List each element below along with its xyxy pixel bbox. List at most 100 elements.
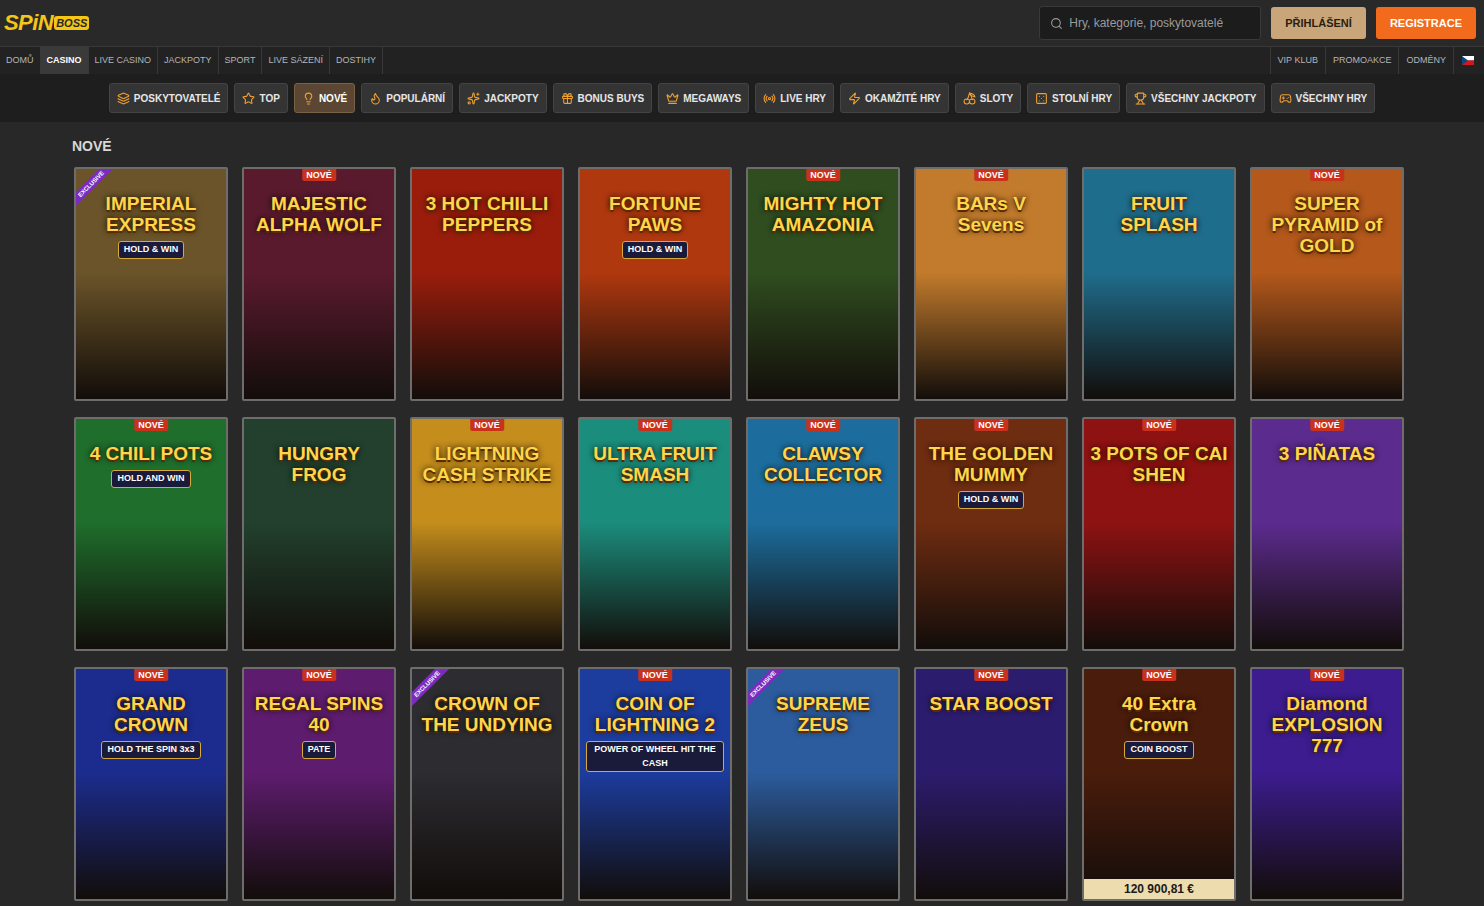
logo[interactable]: SPiNBOSS [4, 12, 89, 34]
game-card[interactable]: ULTRA FRUIT SMASHNOVÉ [578, 417, 732, 651]
category-chip[interactable]: BONUS BUYS [553, 83, 653, 113]
game-card[interactable]: 3 POTS OF CAI SHEN NOVÉ [1082, 417, 1236, 651]
game-card[interactable]: FORTUNE PAWS HOLD & WIN [578, 167, 732, 401]
category-chip[interactable]: SLOTY [955, 83, 1021, 113]
games-grid: IMPERIAL EXPRESSHOLD & WINEXCLUSIVEMAJES… [74, 167, 1484, 901]
new-badge: NOVÉ [134, 669, 168, 681]
game-title: MIGHTY HOT AMAZONIA [754, 193, 892, 235]
game-card[interactable]: STAR BOOSTNOVÉ [914, 667, 1068, 901]
category-chip[interactable]: OKAMŽITÉ HRY [840, 83, 949, 113]
secondary-nav-item[interactable]: ODMĚNY [1398, 47, 1453, 74]
game-title: SUPREME ZEUS [754, 693, 892, 735]
game-card[interactable]: 40 Extra CrownCOIN BOOST120 900,81 €NOVÉ [1082, 667, 1236, 901]
game-title: 40 Extra Crown [1090, 693, 1228, 735]
category-icon [467, 92, 480, 105]
section-title: NOVÉ [72, 136, 1484, 157]
category-chip[interactable]: VŠECHNY JACKPOTY [1126, 83, 1264, 113]
game-card[interactable]: Diamond EXPLOSION 777NOVÉ [1250, 667, 1404, 901]
game-card[interactable]: BARs V SevensNOVÉ [914, 167, 1068, 401]
new-badge: NOVÉ [1310, 169, 1344, 181]
game-card[interactable]: FRUIT SPLASH [1082, 167, 1236, 401]
game-card[interactable]: 3 PIÑATASNOVÉ [1250, 417, 1404, 651]
nav-item[interactable]: LIVE SÁZENÍ [262, 47, 330, 74]
category-icon [561, 92, 574, 105]
game-subtitle: HOLD & WIN [622, 241, 689, 259]
game-card[interactable]: MIGHTY HOT AMAZONIA NOVÉ [746, 167, 900, 401]
category-chip[interactable]: JACKPOTY [459, 83, 546, 113]
nav-item[interactable]: CASINO [41, 47, 89, 74]
game-card[interactable]: MAJESTIC ALPHA WOLFNOVÉ [242, 167, 396, 401]
game-subtitle: HOLD AND WIN [111, 470, 190, 488]
game-subtitle: HOLD & WIN [958, 491, 1025, 509]
game-title: CLAWSY COLLECTOR [754, 443, 892, 485]
category-chip[interactable]: POPULÁRNÍ [361, 83, 453, 113]
game-card[interactable]: CROWN OF THE UNDYINGEXCLUSIVE [410, 667, 564, 901]
nav-item[interactable]: JACKPOTY [158, 47, 219, 74]
category-icon [763, 92, 776, 105]
category-chip[interactable]: TOP [234, 83, 287, 113]
game-card[interactable]: THE GOLDEN MUMMYHOLD & WINNOVÉ [914, 417, 1068, 651]
game-subtitle: COIN BOOST [1124, 741, 1193, 759]
secondary-nav-item[interactable]: PROMOAKCE [1325, 47, 1399, 74]
game-subtitle: POWER OF WHEEL HIT THE CASH [586, 741, 724, 772]
game-title: 4 CHILI POTS [82, 443, 220, 464]
nav-item[interactable]: DOMŮ [0, 47, 41, 74]
game-title: Diamond EXPLOSION 777 [1258, 693, 1396, 756]
game-card[interactable]: GRAND CROWN HOLD THE SPIN 3x3 NOVÉ [74, 667, 228, 901]
new-badge: NOVÉ [1142, 669, 1176, 681]
category-chip[interactable]: NOVÉ [294, 83, 355, 113]
category-chip[interactable]: STOLNÍ HRY [1027, 83, 1120, 113]
category-chip[interactable]: VŠECHNY HRY [1271, 83, 1376, 113]
search-icon [1050, 17, 1063, 30]
game-card[interactable]: SUPREME ZEUSEXCLUSIVE [746, 667, 900, 901]
game-card[interactable]: REGAL SPINS 40PATENOVÉ [242, 667, 396, 901]
game-card[interactable]: COIN OF LIGHTNING 2 POWER OF WHEEL HIT TH… [578, 667, 732, 901]
new-badge: NOVÉ [974, 169, 1008, 181]
category-icon [848, 92, 861, 105]
category-icon [369, 92, 382, 105]
new-badge: NOVÉ [302, 669, 336, 681]
game-title: THE GOLDEN MUMMY [922, 443, 1060, 485]
game-title: CROWN OF THE UNDYING [418, 693, 556, 735]
new-badge: NOVÉ [806, 419, 840, 431]
game-card[interactable]: CLAWSY COLLECTOR NOVÉ [746, 417, 900, 651]
category-icon [302, 92, 315, 105]
category-icon [1134, 92, 1147, 105]
game-card[interactable]: IMPERIAL EXPRESSHOLD & WINEXCLUSIVE [74, 167, 228, 401]
game-title: ULTRA FRUIT SMASH [586, 443, 724, 485]
game-subtitle: PATE [302, 741, 337, 759]
category-chip[interactable]: LIVE HRY [755, 83, 834, 113]
game-title: LIGHTNING CASH STRIKE [418, 443, 556, 485]
new-badge: NOVÉ [806, 169, 840, 181]
game-title: 3 POTS OF CAI SHEN [1090, 443, 1228, 485]
game-card[interactable]: 4 CHILI POTS HOLD AND WIN NOVÉ [74, 417, 228, 651]
login-button[interactable]: PŘIHLÁŠENÍ [1271, 7, 1366, 39]
game-card[interactable]: LIGHTNING CASH STRIKENOVÉ [410, 417, 564, 651]
new-badge: NOVÉ [1310, 419, 1344, 431]
game-title: GRAND CROWN [82, 693, 220, 735]
game-card[interactable]: 3 HOT CHILLI PEPPERS [410, 167, 564, 401]
nav-item[interactable]: DOSTIHY [330, 47, 383, 74]
category-icon [117, 92, 130, 105]
search-field[interactable]: Hry, kategorie, poskytovatelé [1039, 6, 1261, 40]
nav-item[interactable]: LIVE CASINO [89, 47, 159, 74]
game-subtitle: HOLD THE SPIN 3x3 [101, 741, 200, 759]
top-bar: SPiNBOSS Hry, kategorie, poskytovatelé PŘI… [0, 0, 1484, 46]
category-chip[interactable]: MEGAWAYS [658, 83, 749, 113]
game-card[interactable]: SUPER PYRAMID of GOLDNOVÉ [1250, 167, 1404, 401]
czech-flag-icon[interactable] [1462, 56, 1474, 65]
game-title: FORTUNE PAWS [586, 193, 724, 235]
new-badge: NOVÉ [134, 419, 168, 431]
register-button[interactable]: REGISTRACE [1376, 7, 1476, 39]
secondary-nav-item[interactable]: VIP KLUB [1270, 47, 1325, 74]
game-title: COIN OF LIGHTNING 2 [586, 693, 724, 735]
category-chip[interactable]: POSKYTOVATELÉ [109, 83, 229, 113]
main-nav: DOMŮCASINOLIVE CASINOJACKPOTYSPORTLIVE S… [0, 46, 1484, 74]
new-badge: NOVÉ [638, 669, 672, 681]
game-card[interactable]: HUNGRY FROG [242, 417, 396, 651]
page: SPiNBOSS Hry, kategorie, poskytovatelé PŘI… [0, 0, 1484, 906]
game-title: HUNGRY FROG [250, 443, 388, 485]
nav-item[interactable]: SPORT [219, 47, 263, 74]
game-title: MAJESTIC ALPHA WOLF [250, 193, 388, 235]
new-badge: NOVÉ [1142, 419, 1176, 431]
